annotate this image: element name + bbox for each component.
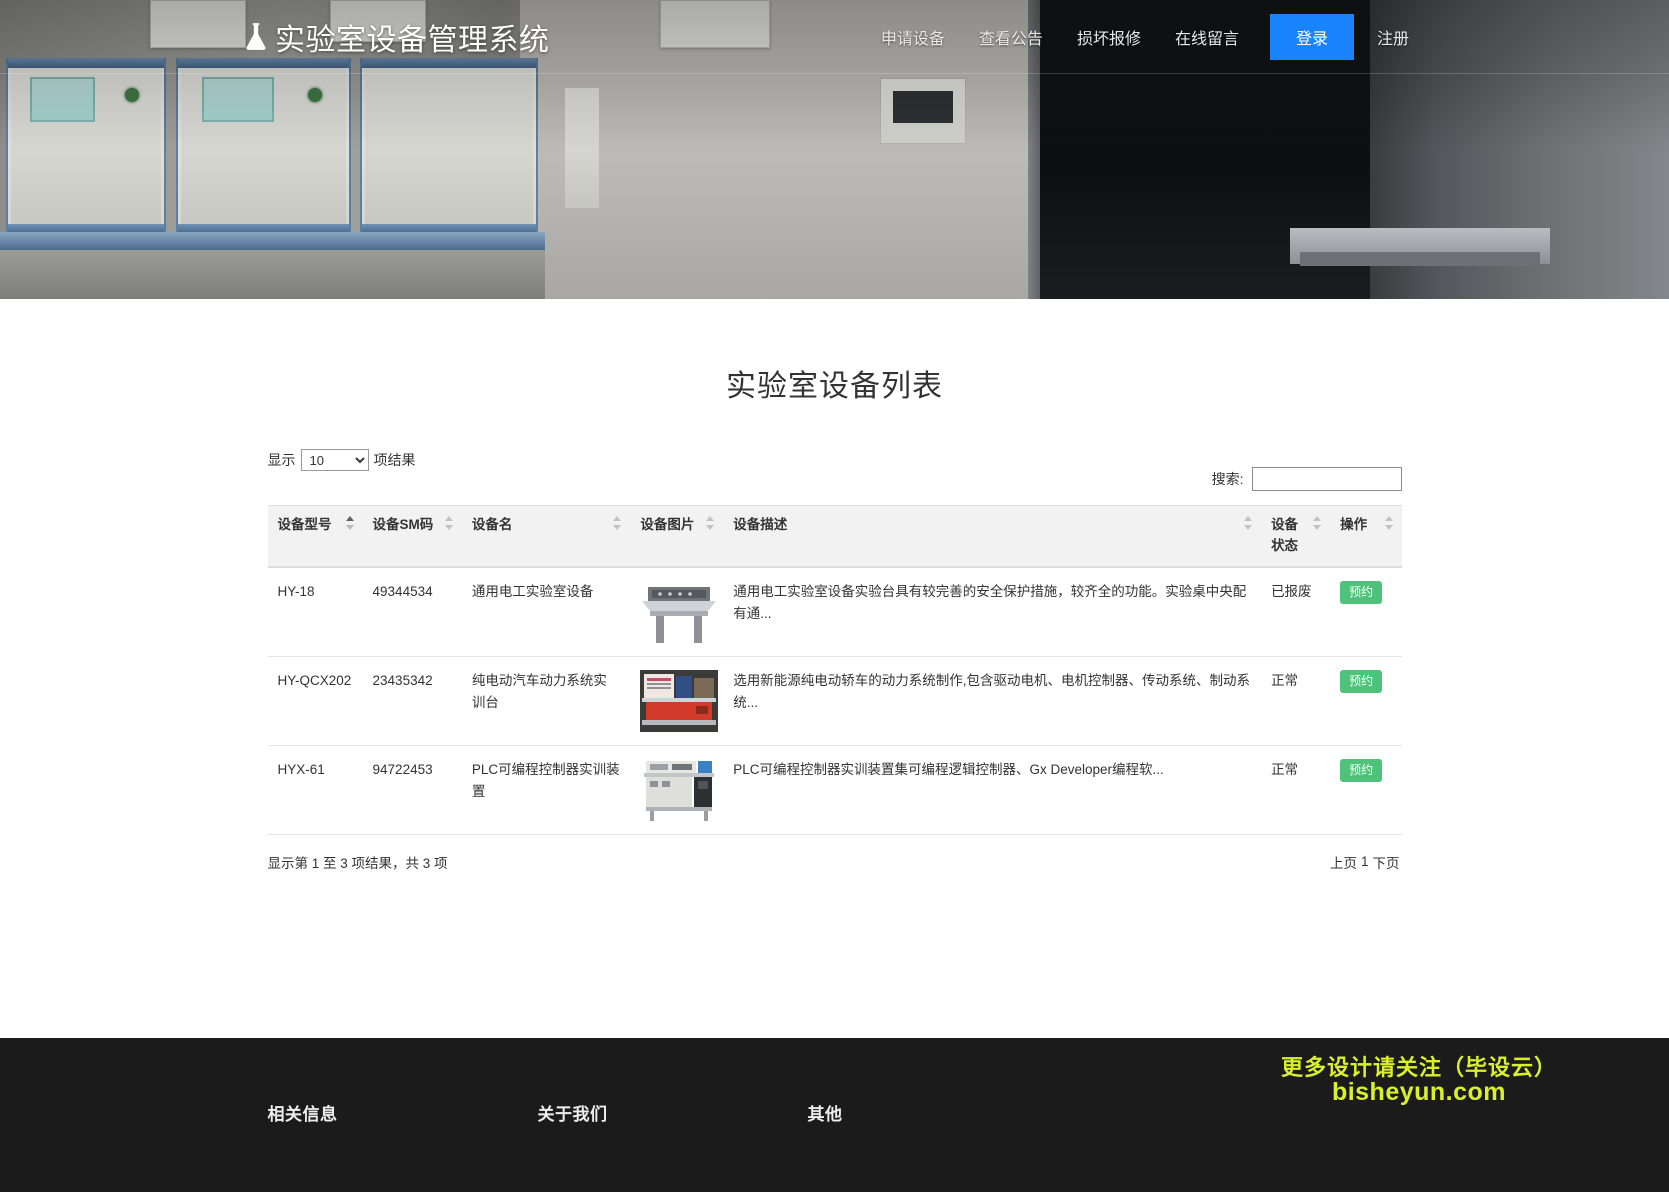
sort-icon: [345, 516, 355, 530]
cell-status: 正常: [1261, 745, 1330, 834]
watermark: 更多设计请关注（毕设云） bisheyun.com: [1281, 1056, 1557, 1105]
search-control: 搜索:: [1212, 467, 1402, 491]
cell-model: HYX-61: [268, 745, 363, 834]
table-header: 设备型号 设备SM码 设备名: [268, 506, 1402, 567]
nav-link-register[interactable]: 注册: [1360, 15, 1426, 59]
table-row: HY-QCX202 23435342 纯电动汽车动力系统实训台: [268, 656, 1402, 745]
sort-icon: [444, 516, 454, 530]
cell-status: 已报废: [1261, 567, 1330, 657]
ev-trainer-thumbnail-icon: [640, 670, 718, 732]
page-title: 实验室设备列表: [268, 361, 1402, 405]
search-label: 搜索:: [1212, 469, 1244, 489]
cell-action: 预约: [1330, 656, 1401, 745]
top-navbar: 实验室设备管理系统 申请设备 查看公告 损坏报修 在线留言 登录 注册: [0, 0, 1669, 74]
book-button[interactable]: 预约: [1340, 759, 1382, 782]
column-header-name[interactable]: 设备名: [462, 506, 630, 567]
sort-icon: [1243, 516, 1253, 530]
page-length-suffix: 项结果: [374, 450, 416, 470]
nav-links: 申请设备 查看公告 损坏报修 在线留言 登录 注册: [864, 14, 1426, 60]
column-header-status[interactable]: 设备状态: [1261, 506, 1330, 567]
column-header-image[interactable]: 设备图片: [630, 506, 723, 567]
brand-title: 实验室设备管理系统: [275, 15, 550, 59]
footer-heading-other: 其他: [808, 1100, 1078, 1125]
column-header-action[interactable]: 操作: [1330, 506, 1401, 567]
watermark-line-1: 更多设计请关注（毕设云）: [1281, 1056, 1557, 1079]
sort-icon: [1384, 516, 1394, 530]
column-header-description[interactable]: 设备描述: [723, 506, 1261, 567]
flask-icon: [243, 22, 269, 52]
table-controls: 显示 102550100 项结果 搜索:: [268, 449, 1402, 491]
cell-name: 纯电动汽车动力系统实训台: [462, 656, 630, 745]
sort-icon: [705, 516, 715, 530]
cell-status: 正常: [1261, 656, 1330, 745]
nav-link-notice[interactable]: 查看公告: [962, 15, 1060, 59]
cell-image: [630, 745, 723, 834]
nav-link-repair[interactable]: 损坏报修: [1060, 15, 1158, 59]
workbench-thumbnail-icon: [640, 581, 718, 643]
column-header-sm-code[interactable]: 设备SM码: [363, 506, 462, 567]
book-button[interactable]: 预约: [1340, 670, 1382, 693]
watermark-line-2: bisheyun.com: [1281, 1079, 1557, 1105]
table-header-row: 设备型号 设备SM码 设备名: [268, 506, 1402, 567]
footer-heading-related: 相关信息: [268, 1100, 538, 1125]
page-length-prefix: 显示: [268, 450, 296, 470]
cell-description: 选用新能源纯电动轿车的动力系统制作,包含驱动电机、电机控制器、传动系统、制动系统…: [723, 656, 1261, 745]
table-body: HY-18 49344534 通用电工实验室设备: [268, 567, 1402, 835]
site-footer: 更多设计请关注（毕设云） bisheyun.com 相关信息 关于我们 其他: [0, 1038, 1669, 1192]
brand-logo[interactable]: 实验室设备管理系统: [243, 15, 550, 59]
cell-sm-code: 94722453: [363, 745, 462, 834]
search-input[interactable]: [1252, 467, 1402, 491]
cell-model: HY-QCX202: [268, 656, 363, 745]
cell-action: 预约: [1330, 745, 1401, 834]
cell-description: 通用电工实验室设备实验台具有较完善的安全保护措施，较齐全的功能。实验桌中央配有通…: [723, 567, 1261, 657]
page-length-select[interactable]: 102550100: [301, 449, 369, 471]
pagination-page-1[interactable]: 1: [1359, 854, 1371, 869]
column-header-model[interactable]: 设备型号: [268, 506, 363, 567]
cell-sm-code: 23435342: [363, 656, 462, 745]
cell-model: HY-18: [268, 567, 363, 657]
pagination-prev[interactable]: 上页: [1328, 852, 1359, 872]
page-length-control: 显示 102550100 项结果: [268, 449, 416, 471]
footer-column-related: 相关信息: [268, 1100, 538, 1125]
table-info: 显示第 1 至 3 项结果，共 3 项: [268, 852, 448, 872]
sort-icon: [1312, 516, 1322, 530]
table-footer: 显示第 1 至 3 项结果，共 3 项 上页 1 下页: [268, 852, 1402, 872]
sort-icon: [612, 516, 622, 530]
cell-name: 通用电工实验室设备: [462, 567, 630, 657]
nav-link-message[interactable]: 在线留言: [1158, 15, 1256, 59]
plc-trainer-thumbnail-icon: [640, 759, 718, 821]
book-button[interactable]: 预约: [1340, 581, 1382, 604]
pagination: 上页 1 下页: [1328, 852, 1402, 872]
table-row: HYX-61 94722453 PLC可编程控制器实训装置: [268, 745, 1402, 834]
footer-column-other: 其他: [808, 1100, 1078, 1125]
footer-column-about: 关于我们: [538, 1100, 808, 1125]
cell-sm-code: 49344534: [363, 567, 462, 657]
footer-heading-about: 关于我们: [538, 1100, 808, 1125]
table-row: HY-18 49344534 通用电工实验室设备: [268, 567, 1402, 657]
cell-name: PLC可编程控制器实训装置: [462, 745, 630, 834]
cell-action: 预约: [1330, 567, 1401, 657]
pagination-next[interactable]: 下页: [1371, 852, 1402, 872]
login-button[interactable]: 登录: [1270, 14, 1354, 60]
cell-image: [630, 567, 723, 657]
nav-link-apply[interactable]: 申请设备: [864, 15, 962, 59]
equipment-table: 设备型号 设备SM码 设备名: [268, 505, 1402, 835]
cell-image: [630, 656, 723, 745]
hero-banner: 实验室设备管理系统 申请设备 查看公告 损坏报修 在线留言 登录 注册: [0, 0, 1669, 299]
main-content: 实验室设备列表 显示 102550100 项结果 搜索: 设备型号: [0, 299, 1669, 872]
cell-description: PLC可编程控制器实训装置集可编程逻辑控制器、Gx Developer编程软..…: [723, 745, 1261, 834]
